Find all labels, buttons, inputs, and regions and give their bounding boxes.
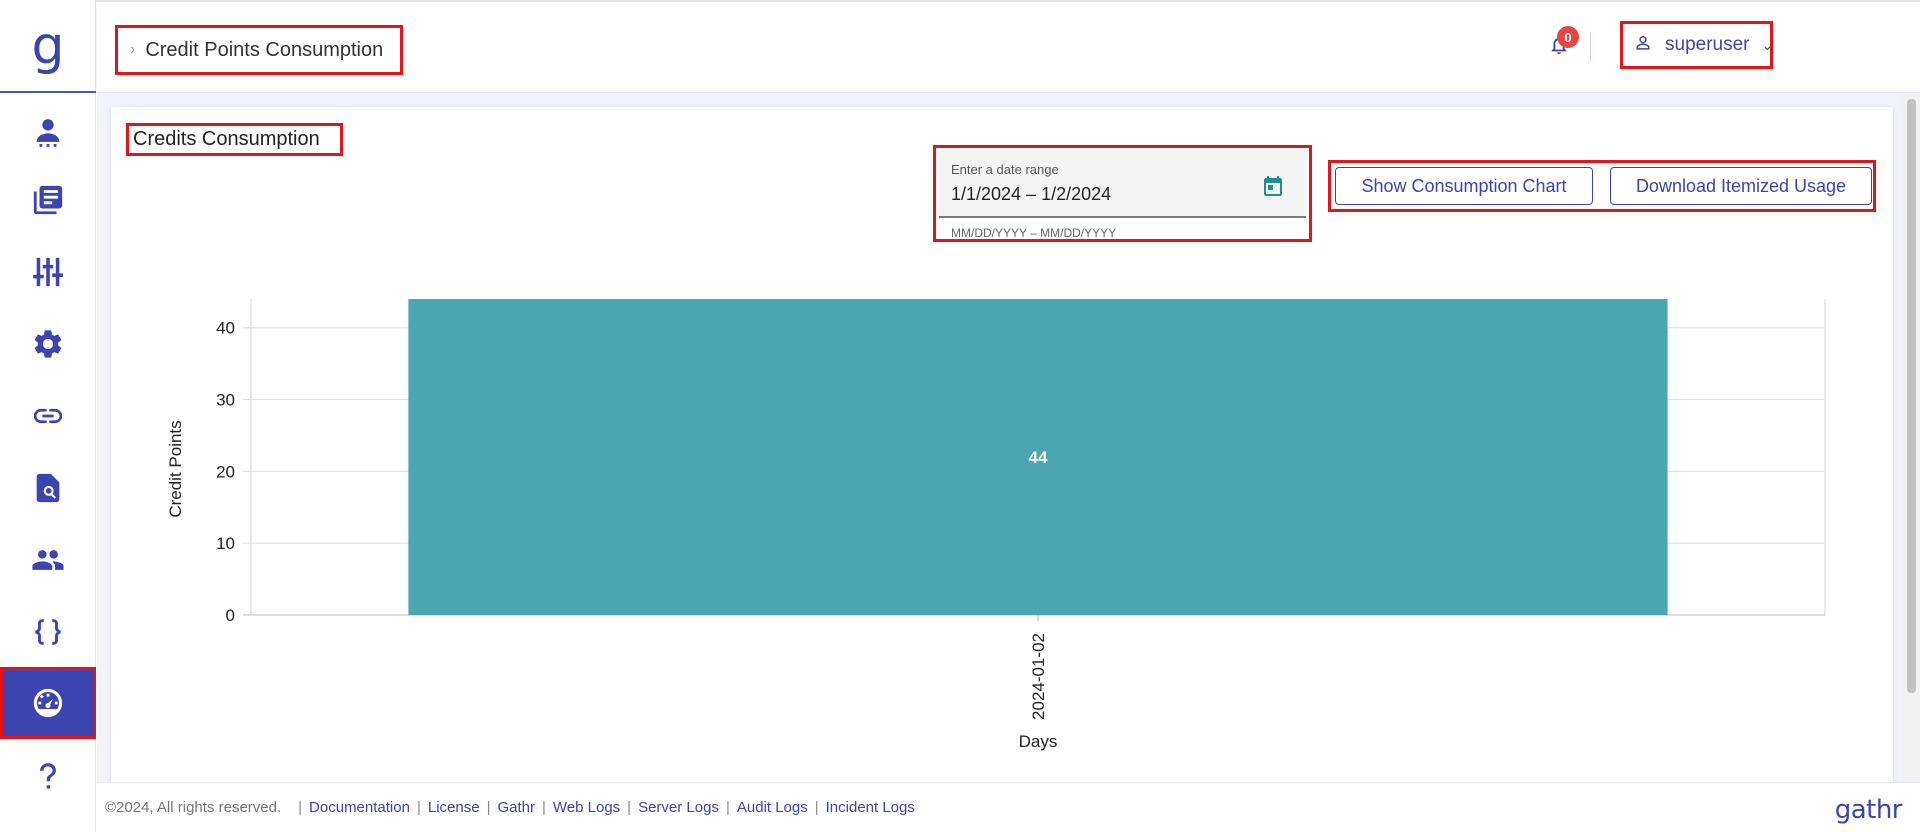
x-axis-title: Days — [1019, 732, 1058, 751]
sidebar-item-groups[interactable] — [0, 524, 96, 596]
bar-data-label: 44 — [1029, 448, 1048, 467]
chevron-down-icon: ⌄ — [1761, 36, 1774, 53]
gathr-brand-logo: gathr — [1834, 795, 1903, 825]
footer-link-gathr[interactable]: Gathr — [497, 799, 535, 816]
consumption-bar-chart: 0 10 20 30 40 44 2024-01-02 Days Credit Points — [166, 299, 1826, 751]
x-tick-label: 2024-01-02 — [1029, 633, 1048, 720]
credits-consumption-card: Credits Consumption Enter a date range 1… — [111, 107, 1893, 797]
footer-link-incident-logs[interactable]: Incident Logs — [826, 799, 915, 816]
y-tick-label: 10 — [216, 534, 235, 553]
footer-separator: | — [298, 799, 303, 816]
chevron-right-icon: › — [130, 41, 136, 58]
footer-separator: | — [725, 799, 730, 816]
dashboard-gauge-icon — [33, 688, 63, 718]
sidebar-item-code[interactable] — [0, 596, 96, 668]
y-tick-label: 30 — [216, 391, 235, 410]
sidebar-item-search[interactable] — [0, 452, 96, 524]
help-icon — [40, 763, 56, 789]
copyright-text: ©2024, All rights reserved. — [105, 799, 282, 816]
app-logo-glyph: g — [31, 15, 65, 76]
vertical-scrollbar[interactable] — [1903, 93, 1920, 782]
footer-link-audit-logs[interactable]: Audit Logs — [737, 799, 808, 816]
gear-icon — [34, 330, 62, 358]
footer-separator: | — [486, 799, 491, 816]
sidebar-item-configuration[interactable] — [0, 236, 96, 308]
footer-separator: | — [541, 799, 546, 816]
group-icon — [32, 550, 64, 570]
sidebar-item-settings[interactable] — [0, 308, 96, 380]
sidebar-item-documents[interactable] — [0, 164, 96, 236]
file-search-icon — [36, 473, 60, 503]
sidebar-item-users[interactable] — [0, 96, 96, 168]
document-list-icon — [33, 185, 63, 215]
app-logo[interactable]: g — [0, 0, 96, 93]
y-tick-label: 40 — [216, 319, 235, 338]
link-icon — [33, 408, 63, 424]
footer-link-documentation[interactable]: Documentation — [309, 799, 410, 816]
user-icon — [36, 119, 60, 147]
footer-link-license[interactable]: License — [428, 799, 480, 816]
breadcrumb[interactable]: › Credit Points Consumption — [115, 25, 403, 75]
page-title: Credit Points Consumption — [145, 38, 384, 61]
y-tick-label: 0 — [226, 606, 235, 625]
user-name: superuser — [1665, 34, 1750, 55]
footer-separator: | — [416, 799, 421, 816]
footer-separator: | — [627, 799, 632, 816]
footer: ©2024, All rights reserved. | Documentat… — [97, 782, 1920, 832]
scrollbar-thumb[interactable] — [1907, 99, 1916, 693]
y-axis-title: Credit Points — [166, 420, 185, 517]
footer-link-web-logs[interactable]: Web Logs — [553, 799, 620, 816]
person-outline-icon — [1633, 33, 1653, 58]
user-menu[interactable]: superuser ⌄ — [1620, 21, 1773, 69]
header-divider — [1590, 32, 1591, 62]
sidebar-item-help[interactable] — [0, 740, 96, 812]
sidebar-item-credit-consumption[interactable] — [0, 667, 96, 739]
sidebar-item-connections[interactable] — [0, 380, 96, 452]
main-content: Credits Consumption Enter a date range 1… — [97, 93, 1903, 797]
notification-count-badge: 0 — [1557, 26, 1579, 48]
sidebar: g — [0, 0, 96, 832]
footer-separator: | — [814, 799, 819, 816]
sliders-icon — [33, 257, 63, 287]
y-tick-label: 20 — [216, 462, 235, 481]
footer-link-server-logs[interactable]: Server Logs — [638, 799, 719, 816]
braces-icon — [35, 619, 61, 645]
